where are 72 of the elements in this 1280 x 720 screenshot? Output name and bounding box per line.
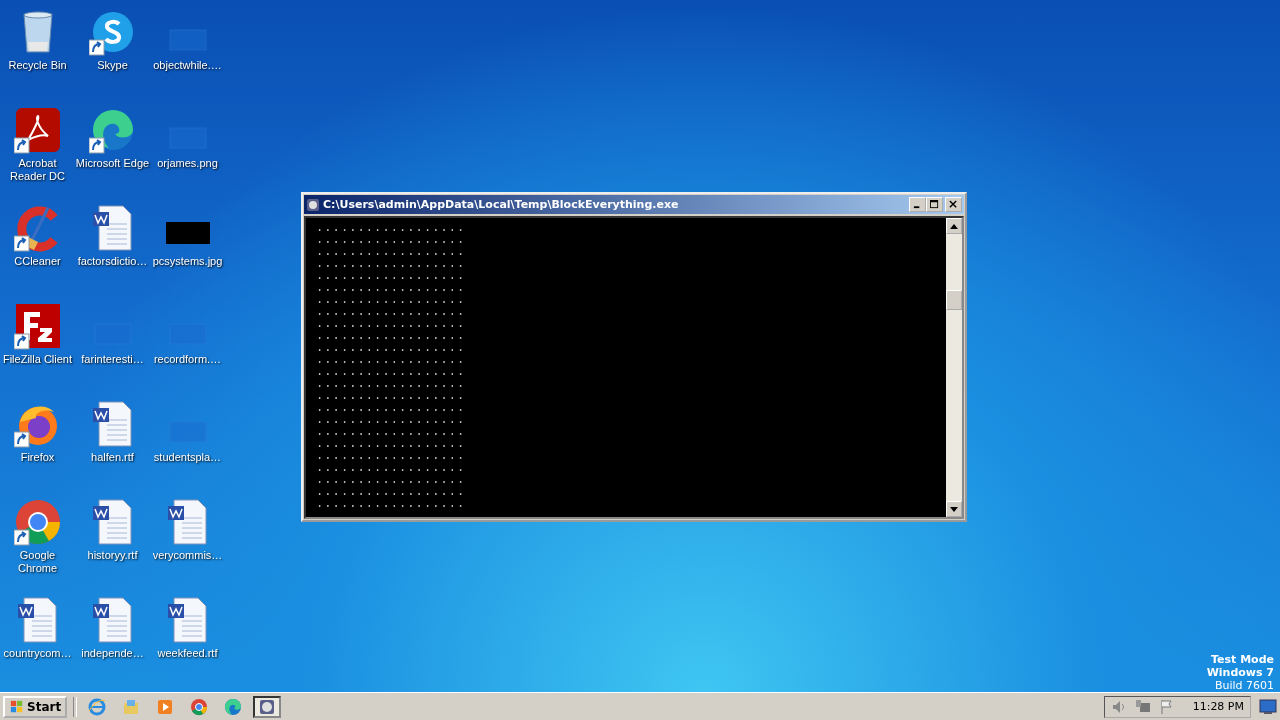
icon-label[interactable]: halfen.rtf (91, 451, 134, 464)
test-mode-notice: Build 7601 (1214, 679, 1274, 692)
console-line: .................. (316, 354, 467, 366)
console-line: .................. (316, 426, 467, 438)
icon-label[interactable]: studentspla… (153, 451, 222, 464)
icon-label[interactable]: recordform.… (153, 353, 222, 366)
console-line: .................. (316, 258, 467, 270)
console-line: .................. (316, 342, 467, 354)
console-line: .................. (316, 486, 467, 498)
browser-icon[interactable] (13, 498, 62, 546)
ftp-app-icon[interactable] (13, 302, 62, 350)
windows-logo-icon (9, 699, 25, 714)
icon-label[interactable]: pcsystems.jpg (152, 255, 223, 268)
show-desktop-icon[interactable] (1259, 698, 1277, 715)
icon-label[interactable]: objectwhile.… (153, 59, 222, 72)
console-line: .................. (316, 378, 467, 390)
icon-label[interactable]: historyy.rtf (87, 549, 138, 562)
icon-label[interactable]: CCleaner (14, 255, 61, 268)
console-icon (306, 197, 320, 212)
pdf-app-icon[interactable] (13, 106, 62, 154)
scroll-down-button[interactable] (946, 501, 962, 517)
console-line: .................. (316, 414, 467, 426)
icon-label[interactable]: countrycom… (3, 647, 72, 660)
test-mode-notice: Windows 7 (1206, 666, 1274, 679)
network-icon[interactable] (1134, 698, 1151, 715)
icon-label[interactable]: Google Chrome (0, 549, 75, 575)
console-line: .................. (316, 306, 467, 318)
icon-label[interactable]: independe… (81, 647, 144, 660)
icon-label[interactable]: Skype (97, 59, 128, 72)
scroll-thumb[interactable] (946, 290, 962, 310)
console-line: .................. (316, 474, 467, 486)
test-mode-notice: Test Mode (1211, 653, 1274, 666)
icon-label[interactable]: Recycle Bin (8, 59, 67, 72)
console-line: .................. (316, 390, 467, 402)
scroll-up-button[interactable] (946, 218, 962, 234)
browser-icon (223, 696, 244, 717)
icon-label[interactable]: orjames.png (157, 157, 218, 170)
up-arrow-icon (950, 223, 958, 229)
console-line: .................. (316, 438, 467, 450)
console-line: .................. (316, 234, 467, 246)
icon-label[interactable]: FileZilla Client (2, 353, 73, 366)
icon-label[interactable]: farinteresti… (81, 353, 144, 366)
console-line: .................. (316, 402, 467, 414)
icon-label[interactable]: weekfeed.rtf (157, 647, 218, 660)
console-line: .................. (316, 450, 467, 462)
maximize-button[interactable] (926, 197, 943, 212)
icon-label[interactable]: Acrobat Reader DC (0, 157, 75, 183)
console-line: .................. (316, 282, 467, 294)
icon-label[interactable]: Firefox (20, 451, 55, 464)
icon-label[interactable]: factorsdictio… (77, 255, 148, 268)
console-line: .................. (316, 366, 467, 378)
browser-icon (87, 696, 108, 717)
console-taskbar-button[interactable] (253, 695, 282, 718)
console-line: .................. (316, 318, 467, 330)
icon-label[interactable]: verycommis… (152, 549, 223, 562)
window-title: C:\Users\admin\AppData\Local\Temp\BlockEverything.exe (323, 198, 680, 211)
console-line: .................. (316, 462, 467, 474)
close-button[interactable] (945, 197, 962, 212)
console-line: .................. (316, 222, 467, 234)
icon-label[interactable]: Microsoft Edge (75, 157, 150, 170)
close-icon (949, 200, 958, 209)
console-line: .................. (316, 294, 467, 306)
clock[interactable]: 11:28 PM (1192, 700, 1244, 713)
console-line: .................. (316, 246, 467, 258)
console-line: .................. (316, 498, 467, 510)
console-line: .................. (316, 330, 467, 342)
maximize-icon (930, 200, 939, 209)
browser-icon (189, 696, 210, 717)
start-button[interactable]: Start (3, 695, 68, 718)
minimize-button[interactable] (909, 197, 926, 212)
console-line: .................. (316, 270, 467, 282)
down-arrow-icon (950, 506, 958, 512)
